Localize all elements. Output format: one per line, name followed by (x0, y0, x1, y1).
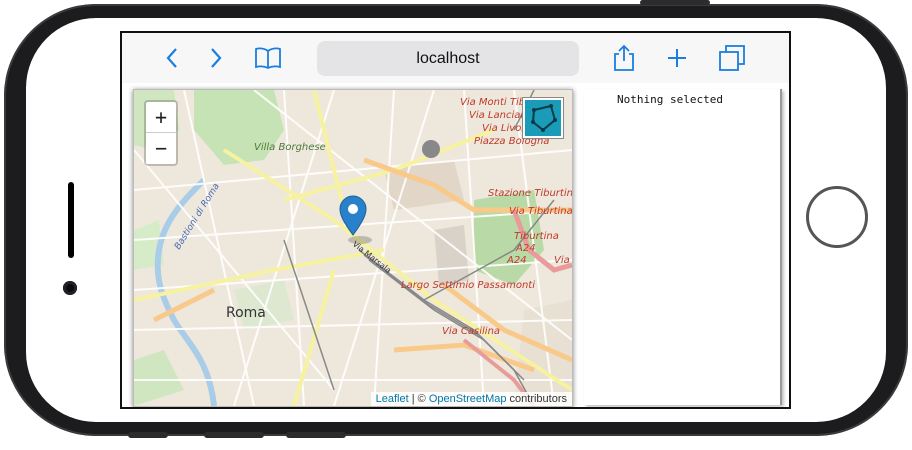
zoom-control: + − (144, 100, 178, 166)
map-label-a24-2: A24 (506, 255, 527, 266)
home-button[interactable] (806, 186, 868, 248)
map-label-via-right: Via (554, 255, 570, 266)
map-label-a24-1: A24 (515, 243, 536, 254)
map-attribution: Leaflet | © OpenStreetMap contributors (370, 392, 572, 406)
tabs-icon[interactable] (717, 43, 747, 73)
map-label-via-tiburtina: Via Tiburtina (509, 206, 572, 217)
map-label-roma: Roma (226, 305, 266, 321)
polygon-icon (531, 104, 557, 132)
draw-polygon-button[interactable] (523, 98, 563, 138)
back-icon[interactable] (157, 43, 187, 73)
map-label-via-casilina: Via Casilina (442, 326, 500, 337)
page-content: Villa Borghese Bastioni di Roma Roma Via… (122, 83, 789, 407)
map-label-largo-settimio: Largo Settimio Passamonti (401, 280, 535, 291)
speaker (68, 182, 74, 258)
map-label-via-lanciani: Via Lanciani (469, 110, 530, 121)
selection-status: Nothing selected (617, 93, 723, 106)
leaflet-link[interactable]: Leaflet (376, 393, 409, 405)
map-label-tiburtina-a24: Tiburtina (514, 231, 559, 242)
volume-up-button (204, 432, 264, 438)
map[interactable]: Villa Borghese Bastioni di Roma Roma Via… (133, 89, 573, 407)
forward-icon[interactable] (201, 43, 231, 73)
attribution-suffix: contributors (506, 393, 567, 405)
power-button (640, 0, 710, 5)
map-label-stazione-tiburtina: Stazione Tiburtina (488, 188, 572, 199)
zoom-out-button[interactable]: − (146, 133, 176, 163)
openstreetmap-link[interactable]: OpenStreetMap (429, 393, 507, 405)
map-tiles: Villa Borghese Bastioni di Roma Roma Via… (134, 90, 572, 406)
url-text: localhost (416, 49, 480, 67)
attribution-separator: | © (408, 393, 429, 405)
map-label-villa-borghese: Villa Borghese (254, 142, 326, 153)
location-dot-icon (422, 140, 440, 158)
volume-button (128, 432, 168, 438)
camera-icon (63, 281, 77, 295)
add-tab-icon[interactable] (662, 43, 692, 73)
url-bar[interactable]: localhost (317, 41, 579, 76)
share-icon[interactable] (609, 43, 639, 73)
browser-screen: localhost Villa Borghese Bastioni di Rom… (120, 31, 791, 409)
selection-panel: Nothing selected (584, 89, 782, 405)
volume-down-button (286, 432, 346, 438)
bookmarks-icon[interactable] (253, 43, 283, 73)
browser-toolbar: localhost (122, 33, 789, 84)
zoom-in-button[interactable]: + (146, 102, 176, 133)
